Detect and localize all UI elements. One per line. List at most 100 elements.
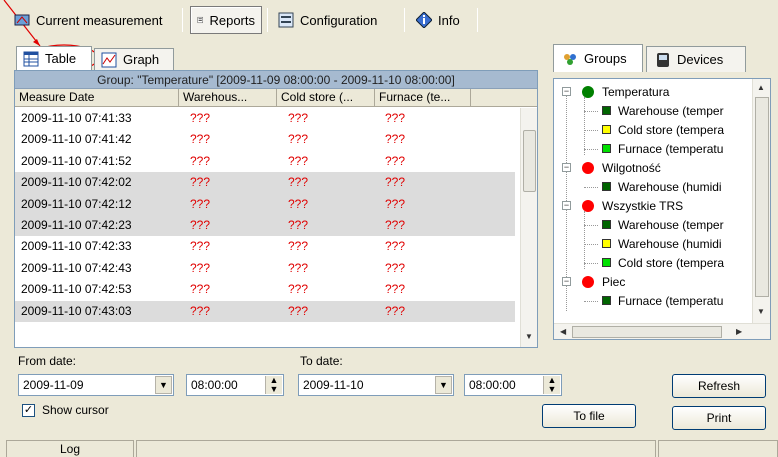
table-row[interactable]: 2009-11-10 07:42:53?????????	[15, 279, 515, 300]
cell-date: 2009-11-10 07:43:03	[21, 303, 132, 318]
table-row[interactable]: 2009-11-10 07:41:33?????????	[15, 108, 515, 129]
status-bar-field	[658, 440, 778, 457]
cell-value: ???	[288, 175, 309, 190]
table-scrollbar[interactable]: ▲ ▼	[520, 108, 537, 347]
collapse-icon[interactable]: −	[562, 201, 571, 210]
tab-current-measurement[interactable]: Current measurement	[8, 6, 168, 34]
tree-line	[584, 187, 598, 188]
column-header-cold-store[interactable]: Cold store (...	[277, 89, 375, 107]
table-row[interactable]: 2009-11-10 07:43:03?????????	[15, 300, 515, 322]
series-color-icon	[602, 296, 611, 305]
from-time-spinner[interactable]: 08:00:00 ▲ ▼	[186, 374, 284, 396]
to-time-spinner[interactable]: 08:00:00 ▲ ▼	[464, 374, 562, 396]
tab-info[interactable]: Info	[410, 6, 466, 34]
tree-node-warehouse[interactable]: Warehouse (temper	[554, 216, 750, 234]
cell-date: 2009-11-10 07:42:12	[21, 196, 132, 211]
show-cursor-checkbox[interactable]: ✓	[22, 404, 35, 417]
from-date-combo[interactable]: 2009-11-09 ▼	[18, 374, 174, 396]
tree-node-cold-store[interactable]: Cold store (tempera	[554, 254, 750, 272]
to-file-button[interactable]: To file	[542, 404, 636, 428]
chevron-down-icon[interactable]: ▼	[155, 376, 172, 394]
tree-line	[584, 244, 598, 245]
tab-configuration[interactable]: Configuration	[272, 6, 383, 34]
scroll-up-icon[interactable]: ▲	[757, 83, 765, 92]
tab-table[interactable]: Table	[16, 46, 92, 70]
scroll-down-icon[interactable]: ▼	[757, 307, 765, 316]
log-panel-button[interactable]: Log	[6, 440, 134, 457]
tree-node-wilgotnosc[interactable]: − Wilgotność	[554, 159, 750, 177]
cell-value: ???	[190, 217, 211, 232]
column-header-furnace[interactable]: Furnace (te...	[375, 89, 471, 107]
tree-line	[584, 130, 598, 131]
tree-node-temperatura[interactable]: − Temperatura	[554, 83, 750, 101]
tree-label: Wszystkie TRS	[602, 199, 684, 213]
tree-label: Wilgotność	[602, 161, 661, 175]
tree-node-warehouse[interactable]: Warehouse (temper	[554, 102, 750, 120]
tree-node-warehouse-humidity[interactable]: Warehouse (humidi	[554, 178, 750, 196]
table-row[interactable]: 2009-11-10 07:42:23?????????	[15, 214, 515, 237]
cell-date: 2009-11-10 07:42:53	[21, 282, 132, 297]
tree-node-piec[interactable]: − Piec	[554, 273, 750, 291]
column-header-date[interactable]: Measure Date	[15, 89, 179, 107]
spinner-arrows-icon[interactable]: ▲ ▼	[543, 376, 560, 394]
tab-graph[interactable]: Graph	[94, 48, 174, 70]
refresh-button[interactable]: Refresh	[672, 374, 766, 398]
spinner-arrows-icon[interactable]: ▲ ▼	[265, 376, 282, 394]
collapse-icon[interactable]: −	[562, 163, 571, 172]
measurement-table: Group: "Temperature" [2009-11-09 08:00:0…	[14, 70, 538, 348]
table-row[interactable]: 2009-11-10 07:42:02?????????	[15, 172, 515, 194]
chevron-down-icon[interactable]: ▼	[435, 376, 452, 394]
status-bar-field	[136, 440, 656, 457]
table-row[interactable]: 2009-11-10 07:42:43?????????	[15, 258, 515, 279]
scroll-thumb[interactable]	[755, 97, 769, 297]
tree-node-warehouse-humidity[interactable]: Warehouse (humidi	[554, 235, 750, 253]
tree-horizontal-scrollbar[interactable]: ◀ ▶	[554, 323, 770, 339]
report-icon	[197, 16, 203, 24]
cell-date: 2009-11-10 07:41:52	[21, 153, 132, 168]
scroll-down-icon[interactable]: ▼	[525, 332, 533, 341]
collapse-icon[interactable]: −	[562, 277, 571, 286]
print-button[interactable]: Print	[672, 406, 766, 430]
tab-separator	[267, 8, 268, 32]
to-date-combo[interactable]: 2009-11-10 ▼	[298, 374, 454, 396]
tree-label: Warehouse (temper	[618, 218, 724, 232]
config-icon	[278, 12, 294, 28]
tab-reports[interactable]: Reports	[190, 6, 262, 34]
collapse-icon[interactable]: −	[562, 87, 571, 96]
tab-groups[interactable]: Groups	[553, 44, 643, 72]
cell-value: ???	[190, 303, 211, 318]
column-header-warehouse[interactable]: Warehous...	[179, 89, 277, 107]
tab-label: Devices	[677, 52, 724, 67]
scroll-thumb[interactable]	[572, 326, 722, 338]
tree-node-furnace[interactable]: Furnace (temperatu	[554, 292, 750, 310]
groups-tree: − Temperatura Warehouse (temper Cold sto…	[553, 78, 771, 340]
scroll-right-icon[interactable]: ▶	[736, 327, 742, 336]
cell-value: ???	[385, 239, 406, 254]
cell-value: ???	[190, 132, 211, 147]
cell-value: ???	[385, 303, 406, 318]
from-time-value: 08:00:00	[191, 378, 238, 392]
cell-value: ???	[190, 175, 211, 190]
table-row[interactable]: 2009-11-10 07:41:52?????????	[15, 151, 515, 172]
table-row[interactable]: 2009-11-10 07:41:42?????????	[15, 129, 515, 150]
table-row[interactable]: 2009-11-10 07:42:33?????????	[15, 236, 515, 257]
series-color-icon	[602, 239, 611, 248]
tab-devices[interactable]: Devices	[646, 46, 746, 72]
series-color-icon	[602, 106, 611, 115]
cell-value: ???	[190, 260, 211, 275]
cell-value: ???	[385, 217, 406, 232]
status-dot-icon	[582, 200, 594, 212]
series-color-icon	[602, 220, 611, 229]
table-row[interactable]: 2009-11-10 07:42:12?????????	[15, 193, 515, 215]
scroll-left-icon[interactable]: ◀	[560, 327, 566, 336]
cell-value: ???	[288, 260, 309, 275]
cell-value: ???	[288, 132, 309, 147]
table-header: Measure Date Warehous... Cold store (...…	[15, 89, 537, 107]
tree-node-furnace[interactable]: Furnace (temperatu	[554, 140, 750, 158]
cell-value: ???	[288, 239, 309, 254]
tree-vertical-scrollbar[interactable]: ▲ ▼	[752, 79, 770, 323]
tree-node-wszystkie-trs[interactable]: − Wszystkie TRS	[554, 197, 750, 215]
scroll-thumb[interactable]	[523, 130, 536, 192]
tree-node-cold-store[interactable]: Cold store (tempera	[554, 121, 750, 139]
cell-date: 2009-11-10 07:42:02	[21, 175, 132, 190]
